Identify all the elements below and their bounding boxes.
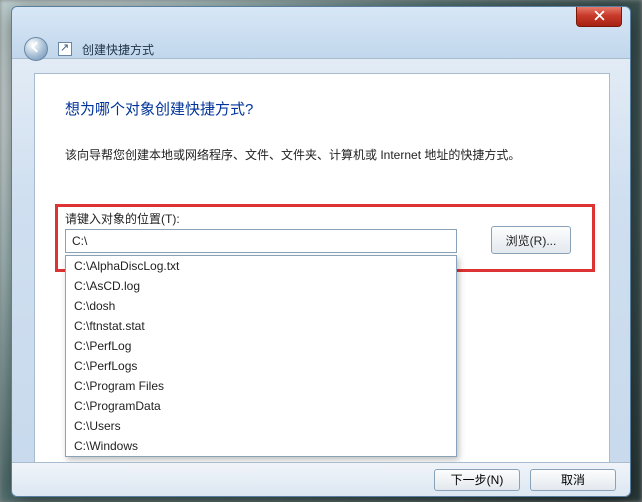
shortcut-icon — [58, 42, 72, 56]
location-input[interactable] — [65, 229, 457, 253]
browse-button[interactable]: 浏览(R)... — [491, 226, 571, 254]
list-item[interactable]: C:\ftnstat.stat — [66, 316, 456, 336]
back-button[interactable] — [24, 37, 48, 61]
list-item[interactable]: C:\AlphaDiscLog.txt — [66, 256, 456, 276]
footer-bar: 下一步(N) 取消 — [12, 462, 630, 496]
wizard-window: 创建快捷方式 想为哪个对象创建快捷方式? 该向导帮您创建本地或网络程序、文件、文… — [11, 6, 631, 497]
list-item[interactable]: C:\dosh — [66, 296, 456, 316]
list-item[interactable]: C:\PerfLogs — [66, 356, 456, 376]
window-title: 创建快捷方式 — [82, 41, 154, 58]
list-item[interactable]: C:\ProgramData — [66, 396, 456, 416]
back-arrow-icon — [30, 40, 42, 58]
list-item[interactable]: C:\AsCD.log — [66, 276, 456, 296]
page-heading: 想为哪个对象创建快捷方式? — [65, 98, 253, 119]
list-item[interactable]: C:\PerfLog — [66, 336, 456, 356]
list-item[interactable]: C:\Users — [66, 416, 456, 436]
cancel-button[interactable]: 取消 — [530, 469, 616, 491]
close-icon — [594, 8, 605, 26]
next-button[interactable]: 下一步(N) — [434, 469, 520, 491]
titlebar[interactable]: 创建快捷方式 — [12, 7, 630, 59]
page-description: 该向导帮您创建本地或网络程序、文件、文件夹、计算机或 Internet 地址的快… — [65, 146, 579, 164]
list-item[interactable]: C:\Windows — [66, 436, 456, 456]
close-button[interactable] — [576, 7, 622, 27]
autocomplete-dropdown[interactable]: C:\AlphaDiscLog.txt C:\AsCD.log C:\dosh … — [65, 255, 457, 457]
list-item[interactable]: C:\Program Files — [66, 376, 456, 396]
content-pane: 想为哪个对象创建快捷方式? 该向导帮您创建本地或网络程序、文件、文件夹、计算机或… — [34, 73, 610, 463]
location-label: 请键入对象的位置(T): — [65, 210, 180, 227]
